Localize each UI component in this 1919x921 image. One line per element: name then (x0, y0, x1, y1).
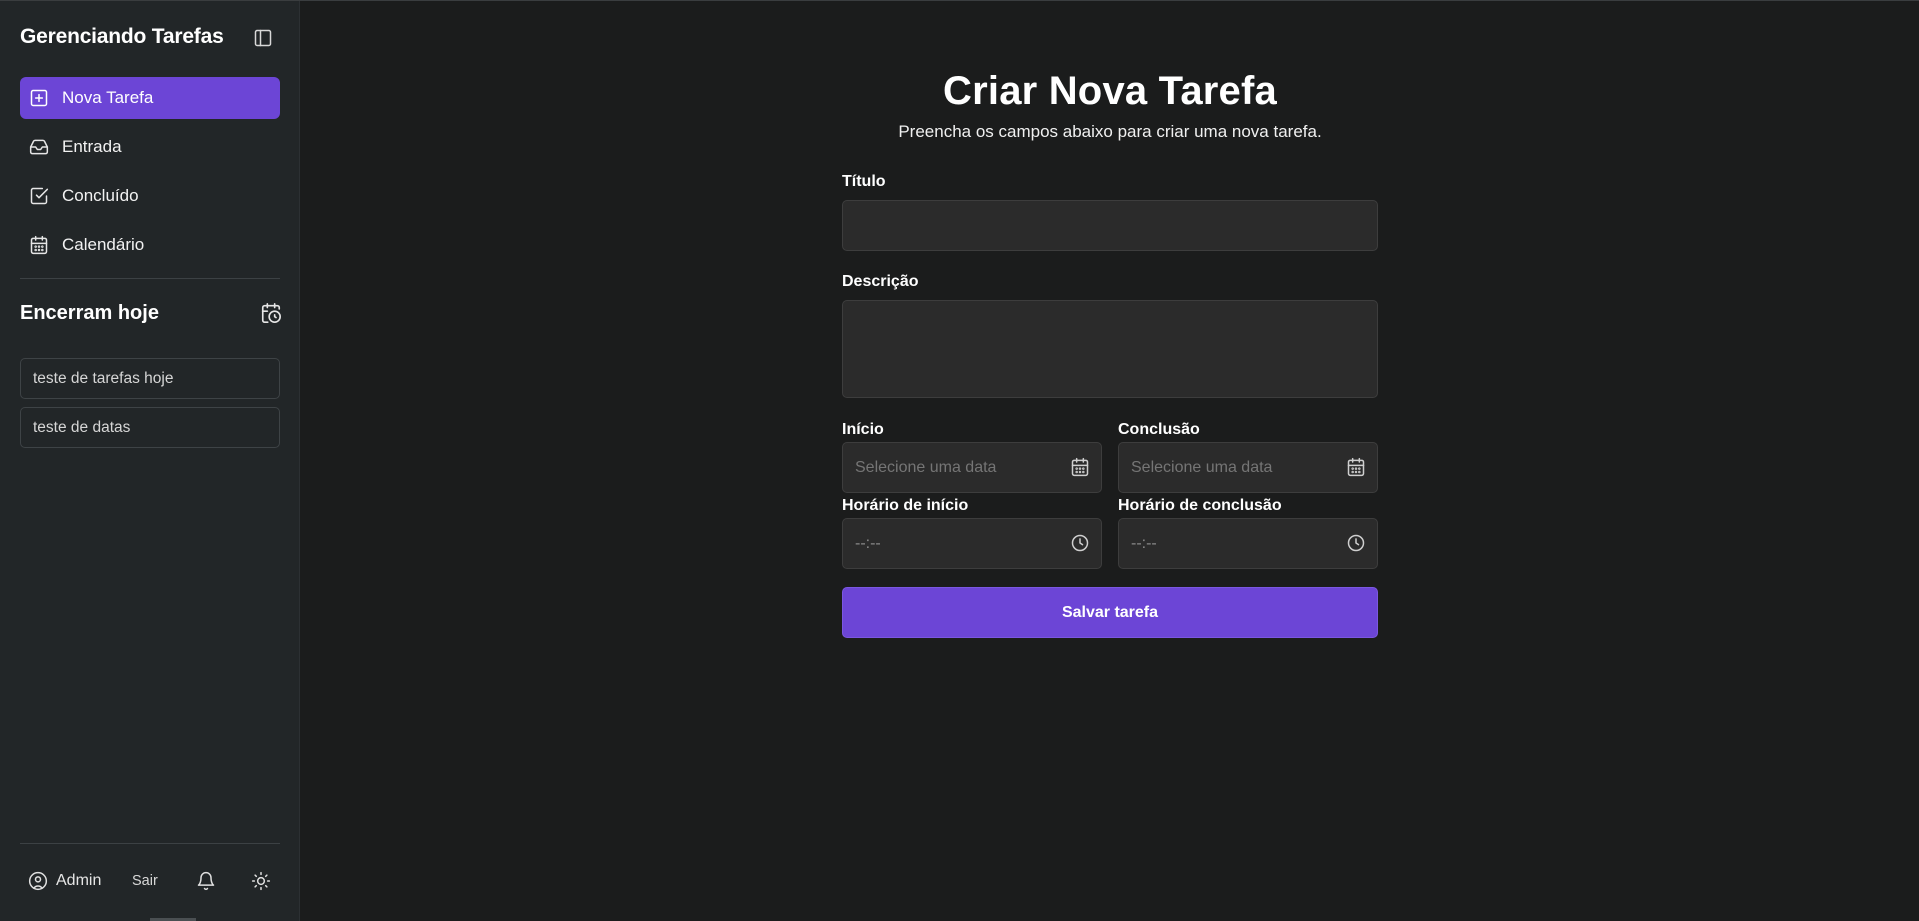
nav-item-label: Nova Tarefa (62, 88, 154, 107)
end-time-input[interactable] (1118, 518, 1378, 569)
start-date-group: Início (842, 421, 1102, 493)
user-name: Admin (56, 872, 102, 889)
nav-item-calendario[interactable]: Calendário (20, 224, 280, 266)
end-date-label: Conclusão (1118, 421, 1200, 438)
page-subtitle: Preencha os campos abaixo para criar uma… (898, 122, 1322, 141)
start-date-label: Início (842, 421, 884, 438)
divider (20, 843, 280, 844)
sidebar-footer: Admin Sair (20, 868, 280, 894)
end-date-group: Conclusão (1118, 421, 1378, 493)
clock-icon[interactable] (1070, 533, 1090, 553)
start-time-label: Horário de início (842, 497, 969, 514)
description-field-group: Descrição (842, 273, 1378, 403)
sidebar: Gerenciando Tarefas Nova Tarefa Entrada … (0, 1, 300, 921)
app-window: Gerenciando Tarefas Nova Tarefa Entrada … (0, 0, 1919, 921)
page-title: Criar Nova Tarefa (943, 69, 1277, 113)
clock-icon[interactable] (1346, 533, 1366, 553)
today-task-item[interactable]: teste de tarefas hoje (20, 358, 280, 399)
calendar-clock-icon[interactable] (260, 302, 282, 324)
save-task-button[interactable]: Salvar tarefa (842, 587, 1378, 638)
nav-item-label: Concluído (62, 186, 139, 205)
user-circle-icon (28, 871, 48, 891)
check-square-icon (29, 186, 49, 206)
plus-square-icon (29, 88, 49, 108)
start-time-group: Horário de início (842, 497, 1102, 569)
app-title: Gerenciando Tarefas (20, 25, 224, 48)
calendar-icon[interactable] (1070, 457, 1090, 477)
title-field-group: Título (842, 173, 1378, 251)
description-input[interactable] (842, 300, 1378, 398)
main-content: Criar Nova Tarefa Preencha os campos aba… (301, 1, 1919, 921)
divider (20, 278, 280, 279)
today-task-item[interactable]: teste de datas (20, 407, 280, 448)
nav-item-entrada[interactable]: Entrada (20, 126, 280, 168)
nav-item-nova-tarefa[interactable]: Nova Tarefa (20, 77, 280, 119)
today-section-title: Encerram hoje (20, 302, 159, 324)
today-task-list: teste de tarefas hoje teste de datas (20, 358, 280, 456)
user-profile[interactable]: Admin (28, 871, 101, 891)
nav-item-concluido[interactable]: Concluído (20, 175, 280, 217)
nav-item-label: Calendário (62, 235, 145, 254)
end-date-input[interactable] (1118, 442, 1378, 493)
create-task-form: Criar Nova Tarefa Preencha os campos aba… (842, 69, 1378, 638)
inbox-icon (29, 137, 49, 157)
start-date-input[interactable] (842, 442, 1102, 493)
calendar-icon[interactable] (1346, 457, 1366, 477)
bell-icon[interactable] (196, 871, 216, 891)
start-time-input[interactable] (842, 518, 1102, 569)
end-time-label: Horário de conclusão (1118, 497, 1282, 514)
description-label: Descrição (842, 273, 919, 290)
logout-button[interactable]: Sair (132, 873, 158, 889)
calendar-icon (29, 235, 49, 255)
title-input[interactable] (842, 200, 1378, 251)
nav-item-label: Entrada (62, 137, 122, 156)
sidebar-nav: Nova Tarefa Entrada Concluído Calendário (20, 77, 280, 273)
sun-icon[interactable] (251, 871, 271, 891)
title-label: Título (842, 173, 886, 190)
end-time-group: Horário de conclusão (1118, 497, 1378, 569)
sidebar-toggle-icon[interactable] (253, 28, 273, 48)
